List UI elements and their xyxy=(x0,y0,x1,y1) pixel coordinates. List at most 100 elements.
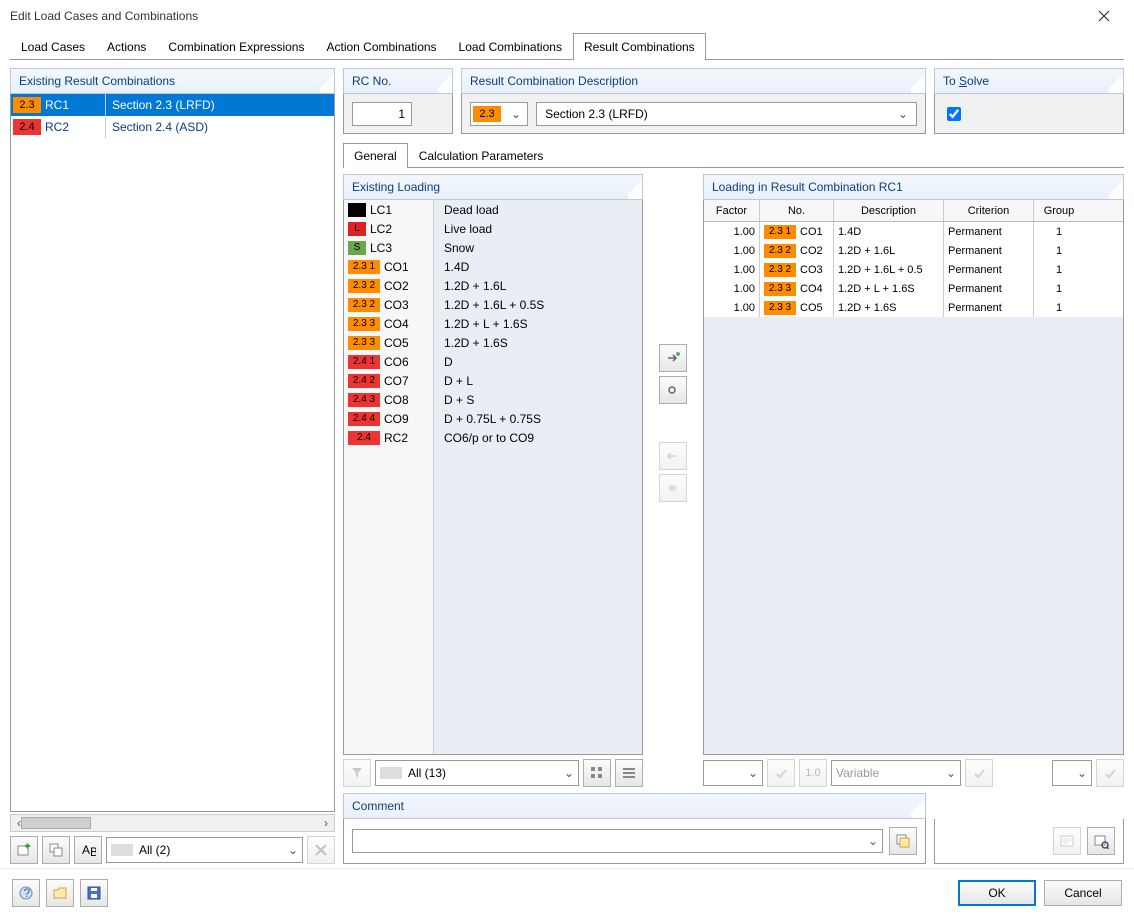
existing-loading-list[interactable]: DLC1LLC2SLC32.3 1CO12.3 2CO22.3 2CO32.3 … xyxy=(343,200,643,755)
existing-loading-sort1-icon[interactable] xyxy=(583,759,611,787)
existing-loading-desc-co9: D + 0.75L + 0.75S xyxy=(434,409,642,428)
rc-loading-row-co2[interactable]: 1.002.3 2CO21.2D + 1.6LPermanent1 xyxy=(704,241,1123,260)
tosolve-header: To Solve xyxy=(934,68,1124,94)
existing-loading-item-co7[interactable]: 2.4 2CO7 xyxy=(344,371,433,390)
rc-row-rc2[interactable]: 2.4RC2Section 2.4 (ASD) xyxy=(11,116,334,138)
main-tab-actions[interactable]: Actions xyxy=(96,33,157,60)
existing-loading-desc-co4: 1.2D + L + 1.6S xyxy=(434,314,642,333)
rc-toolbar-onebadge: 1.0 xyxy=(799,759,827,787)
svg-text:?: ? xyxy=(24,886,31,900)
rc-filter-label: All (2) xyxy=(139,843,170,857)
existing-loading-desc-co3: 1.2D + 1.6L + 0.5S xyxy=(434,295,642,314)
rcdesc-text: Section 2.3 (LRFD) xyxy=(545,107,648,121)
rc-toolbar-criterion-label: Variable xyxy=(836,766,879,780)
th-crit: Criterion xyxy=(944,200,1034,221)
save-icon[interactable] xyxy=(80,879,108,907)
th-desc: Description xyxy=(834,200,944,221)
th-grp: Group xyxy=(1034,200,1084,221)
existing-loading-filter-combo[interactable]: All (13) ⌄ xyxy=(375,760,579,786)
existing-loading-header: Existing Loading xyxy=(343,174,643,200)
delete-rc-button[interactable] xyxy=(307,836,335,864)
existing-loading-desc-co8: D + S xyxy=(434,390,642,409)
sub-tab-general[interactable]: General xyxy=(343,143,408,168)
main-tabs: Load CasesActionsCombination Expressions… xyxy=(10,32,1124,60)
rcdesc-header: Result Combination Description xyxy=(461,68,926,94)
window-title: Edit Load Cases and Combinations xyxy=(10,9,198,23)
remove-loading-button[interactable] xyxy=(659,442,687,470)
existing-loading-item-co4[interactable]: 2.3 3CO4 xyxy=(344,314,433,333)
existing-rc-header: Existing Result Combinations xyxy=(10,68,335,94)
main-tab-action-combinations[interactable]: Action Combinations xyxy=(315,33,447,60)
footer: ? OK Cancel xyxy=(0,868,1134,916)
rc-loading-row-co5[interactable]: 1.002.3 3CO51.2D + 1.6SPermanent1 xyxy=(704,298,1123,317)
existing-loading-item-co6[interactable]: 2.4 1CO6 xyxy=(344,352,433,371)
rc-row-rc1[interactable]: 2.3RC1Section 2.3 (LRFD) xyxy=(11,94,334,116)
existing-loading-item-co1[interactable]: 2.3 1CO1 xyxy=(344,257,433,276)
titlebar: Edit Load Cases and Combinations xyxy=(0,0,1134,32)
preview-icon[interactable] xyxy=(1087,827,1115,855)
new-rc-button[interactable] xyxy=(10,836,38,864)
close-button[interactable] xyxy=(1084,0,1124,32)
rename-rc-button[interactable]: AB xyxy=(74,836,102,864)
rc-toolbar-group-combo[interactable]: ⌄ xyxy=(1052,760,1092,786)
existing-rc-list[interactable]: 2.3RC1Section 2.3 (LRFD)2.4RC2Section 2.… xyxy=(10,94,335,812)
existing-loading-item-lc2[interactable]: LLC2 xyxy=(344,219,433,238)
existing-loading-desc-co7: D + L xyxy=(434,371,642,390)
th-factor: Factor xyxy=(704,200,760,221)
rc-toolbar-apply1-icon[interactable] xyxy=(767,759,795,787)
main-tab-load-combinations[interactable]: Load Combinations xyxy=(448,33,573,60)
existing-loading-filter-icon[interactable] xyxy=(343,759,371,787)
remove-all-loading-button[interactable] xyxy=(659,474,687,502)
comment-combo[interactable]: ⌄ xyxy=(352,829,883,853)
existing-loading-desc-co6: D xyxy=(434,352,642,371)
existing-loading-desc-co2: 1.2D + 1.6L xyxy=(434,276,642,295)
main-tab-combination-expressions[interactable]: Combination Expressions xyxy=(157,33,315,60)
sub-tab-calculation-parameters[interactable]: Calculation Parameters xyxy=(408,143,555,168)
rcdesc-tag-combo[interactable]: 2.3 ⌄ xyxy=(470,102,528,126)
svg-text:A: A xyxy=(82,843,90,857)
existing-loading-sort2-icon[interactable] xyxy=(615,759,643,787)
rc-toolbar-apply3-icon[interactable] xyxy=(1096,759,1124,787)
existing-loading-filter-label: All (13) xyxy=(408,766,446,780)
add-loading-link-button[interactable] xyxy=(659,376,687,404)
rc-loading-row-co3[interactable]: 1.002.3 2CO31.2D + 1.6L + 0.5Permanent1 xyxy=(704,260,1123,279)
existing-loading-item-lc3[interactable]: SLC3 xyxy=(344,238,433,257)
existing-rc-hscroll[interactable]: ‹› xyxy=(10,814,335,832)
rc-loading-row-co1[interactable]: 1.002.3 1CO11.4DPermanent1 xyxy=(704,222,1123,241)
th-no: No. xyxy=(760,200,834,221)
main-tab-load-cases[interactable]: Load Cases xyxy=(10,33,96,60)
existing-loading-item-co9[interactable]: 2.4 4CO9 xyxy=(344,409,433,428)
existing-loading-item-co3[interactable]: 2.3 2CO3 xyxy=(344,295,433,314)
sub-tabs: GeneralCalculation Parameters xyxy=(343,142,1124,168)
existing-loading-desc-co5: 1.2D + 1.6S xyxy=(434,333,642,352)
rc-toolbar-factor-combo[interactable]: ⌄ xyxy=(703,760,763,786)
comment-pick-icon[interactable] xyxy=(889,827,917,855)
cancel-button[interactable]: Cancel xyxy=(1044,880,1122,906)
open-icon[interactable] xyxy=(46,879,74,907)
existing-loading-item-co2[interactable]: 2.3 2CO2 xyxy=(344,276,433,295)
existing-loading-item-lc1[interactable]: DLC1 xyxy=(344,200,433,219)
existing-loading-item-rc2[interactable]: 2.4RC2 xyxy=(344,428,433,447)
tosolve-checkbox[interactable] xyxy=(947,107,961,121)
existing-loading-item-co8[interactable]: 2.4 3CO8 xyxy=(344,390,433,409)
rc-loading-table[interactable]: Factor No. Description Criterion Group 1… xyxy=(703,200,1124,755)
copy-rc-button[interactable] xyxy=(42,836,70,864)
rc-toolbar-criterion-combo[interactable]: Variable ⌄ xyxy=(831,760,961,786)
ok-button[interactable]: OK xyxy=(958,880,1036,906)
add-loading-arrow-button[interactable] xyxy=(659,344,687,372)
existing-loading-item-co5[interactable]: 2.3 3CO5 xyxy=(344,333,433,352)
help-icon[interactable]: ? xyxy=(12,879,40,907)
rcdesc-text-combo[interactable]: Section 2.3 (LRFD) ⌄ xyxy=(536,102,917,126)
existing-loading-desc-lc3: Snow xyxy=(434,238,642,257)
main-tab-result-combinations[interactable]: Result Combinations xyxy=(573,33,706,60)
rc-filter-combo[interactable]: All (2) ⌄ xyxy=(106,837,303,863)
rc-toolbar-apply2-icon[interactable] xyxy=(965,759,993,787)
details-icon[interactable] xyxy=(1053,827,1081,855)
existing-loading-desc-lc1: Dead load xyxy=(434,200,642,219)
existing-loading-desc-co1: 1.4D xyxy=(434,257,642,276)
rcno-header: RC No. xyxy=(343,68,453,94)
comment-header: Comment xyxy=(343,793,926,819)
rc-loading-row-co4[interactable]: 1.002.3 3CO41.2D + L + 1.6SPermanent1 xyxy=(704,279,1123,298)
rcdesc-tag: 2.3 xyxy=(473,106,501,122)
rcno-input[interactable] xyxy=(352,102,412,126)
